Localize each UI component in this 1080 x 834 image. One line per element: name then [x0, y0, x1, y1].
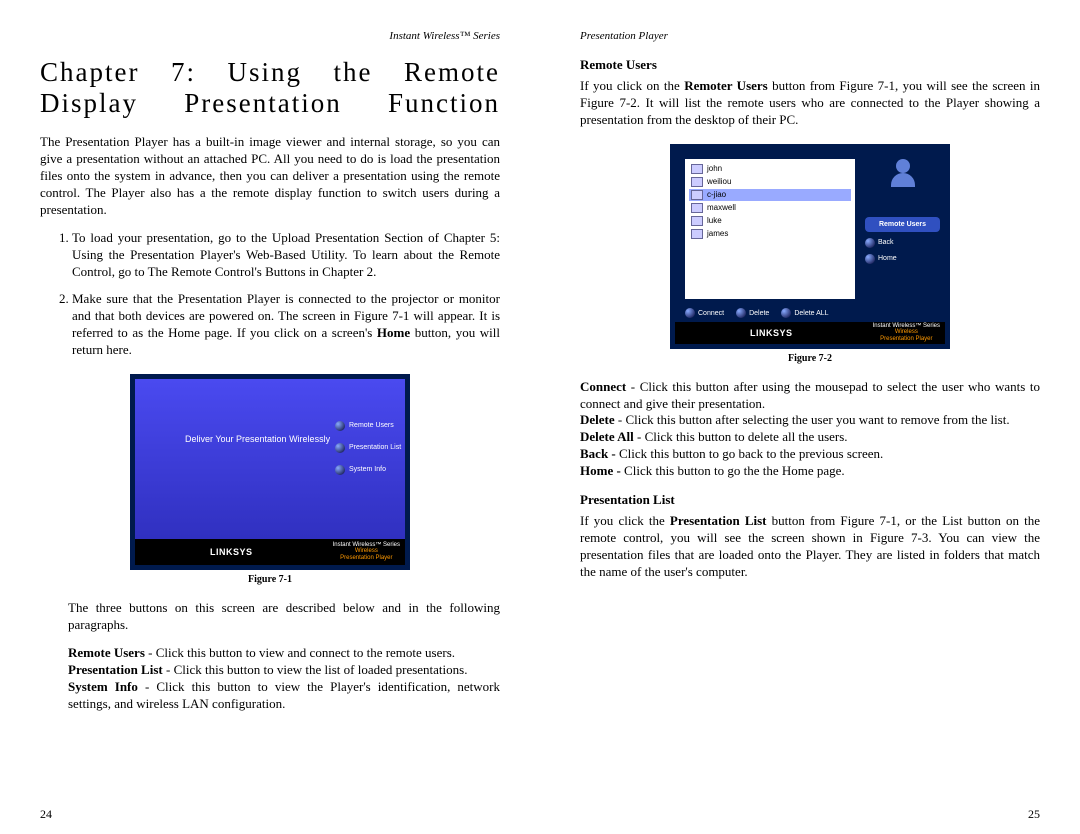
figure-7-1: Deliver Your Presentation Wirelessly Rem… — [40, 374, 500, 585]
dot-icon — [335, 465, 345, 475]
header-product: Presentation Player — [580, 30, 1040, 42]
button-descriptions: Remote Users - Click this button to view… — [68, 645, 500, 713]
user-icon — [691, 229, 703, 239]
user-row[interactable]: weiliou — [689, 176, 851, 188]
indented-section: The three buttons on this screen are des… — [68, 600, 500, 713]
user-row-selected[interactable]: c-jiao — [689, 189, 851, 201]
page-right: Presentation Player Remote Users If you … — [540, 0, 1080, 834]
product-labels: Instant Wireless™ Series Wireless Presen… — [333, 542, 400, 562]
product-labels: Instant Wireless™ Series Wireless Presen… — [873, 323, 940, 343]
back-button[interactable]: Back — [865, 238, 940, 248]
dot-icon — [865, 254, 875, 264]
user-row[interactable]: luke — [689, 215, 851, 227]
screenshot-footer: LINKSYS Instant Wireless™ Series Wireles… — [135, 539, 405, 565]
dot-icon — [335, 421, 345, 431]
presentation-list-button[interactable]: Presentation List — [335, 443, 405, 453]
page-number-left: 24 — [40, 807, 52, 822]
presentation-list-paragraph: If you click the Presentation List butto… — [580, 513, 1040, 581]
screenshot-main-area: Deliver Your Presentation Wirelessly Rem… — [135, 379, 405, 539]
intro-paragraph: The Presentation Player has a built-in i… — [40, 134, 500, 218]
user-icon — [691, 177, 703, 187]
header-series: Instant Wireless™ Series — [40, 30, 500, 42]
linksys-logo: LINKSYS — [750, 328, 793, 338]
three-buttons-intro: The three buttons on this screen are des… — [68, 600, 500, 634]
step-1: To load your presentation, go to the Upl… — [72, 230, 500, 281]
linksys-logo: LINKSYS — [210, 547, 253, 557]
delete-all-button[interactable]: Delete ALL — [781, 308, 828, 318]
screenshot-footer: LINKSYS Instant Wireless™ Series Wireles… — [675, 322, 945, 344]
dot-icon — [685, 308, 695, 318]
user-row[interactable]: james — [689, 228, 851, 240]
sidebar-buttons: Remote Users Presentation List System In… — [335, 409, 405, 487]
tagline-text: Deliver Your Presentation Wirelessly — [185, 434, 330, 444]
user-icon — [691, 164, 703, 174]
system-info-button[interactable]: System Info — [335, 465, 405, 475]
connect-button[interactable]: Connect — [685, 308, 724, 318]
user-icon — [691, 216, 703, 226]
remote-users-paragraph: If you click on the Remoter Users button… — [580, 78, 1040, 129]
figure-7-1-caption: Figure 7-1 — [40, 574, 500, 585]
remote-users-heading: Remote Users — [580, 57, 1040, 73]
remote-users-button[interactable]: Remote Users — [335, 421, 405, 431]
dot-icon — [781, 308, 791, 318]
user-icon — [691, 203, 703, 213]
home-button[interactable]: Home — [865, 254, 940, 264]
step-2: Make sure that the Presentation Player i… — [72, 291, 500, 359]
figure-7-2: john weiliou c-jiao maxwell luke james R… — [580, 144, 1040, 364]
steps-list: To load your presentation, go to the Upl… — [40, 230, 500, 358]
presentation-list-heading: Presentation List — [580, 492, 1040, 508]
button-actions: Connect - Click this button after using … — [580, 379, 1040, 480]
page-number-right: 25 — [1028, 807, 1040, 822]
chapter-title: Chapter 7: Using the Remote Display Pres… — [40, 57, 500, 119]
page-left: Instant Wireless™ Series Chapter 7: Usin… — [0, 0, 540, 834]
figure-7-2-caption: Figure 7-2 — [580, 353, 1040, 364]
dot-icon — [865, 238, 875, 248]
dot-icon — [335, 443, 345, 453]
dot-icon — [736, 308, 746, 318]
person-icon — [888, 159, 918, 187]
user-row[interactable]: john — [689, 163, 851, 175]
right-panel: Remote Users Back Home — [865, 159, 940, 270]
screenshot-7-2: john weiliou c-jiao maxwell luke james R… — [670, 144, 950, 349]
user-row[interactable]: maxwell — [689, 202, 851, 214]
delete-button[interactable]: Delete — [736, 308, 769, 318]
user-list-panel: john weiliou c-jiao maxwell luke james — [685, 159, 855, 299]
user-icon — [691, 190, 703, 200]
remote-users-info: Remote Users — [865, 217, 940, 232]
screenshot-7-1: Deliver Your Presentation Wirelessly Rem… — [130, 374, 410, 570]
bottom-buttons: Connect Delete Delete ALL — [685, 304, 860, 322]
